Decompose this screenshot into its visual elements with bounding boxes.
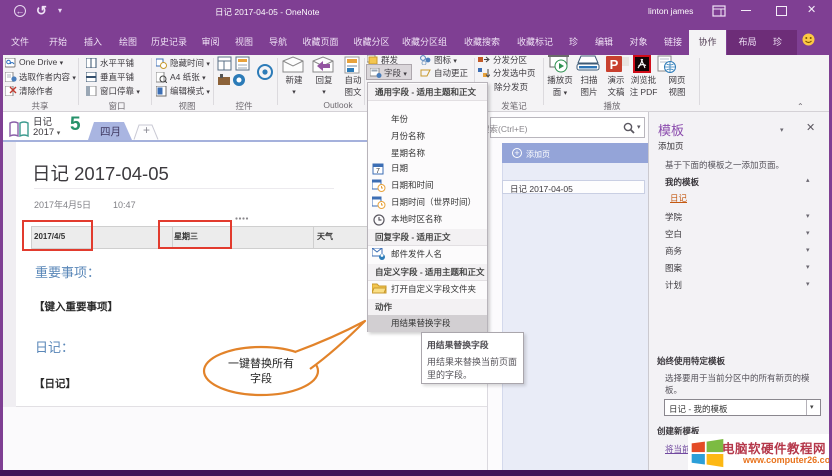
svg-text:P: P	[610, 57, 619, 72]
svg-text:7: 7	[376, 168, 380, 175]
